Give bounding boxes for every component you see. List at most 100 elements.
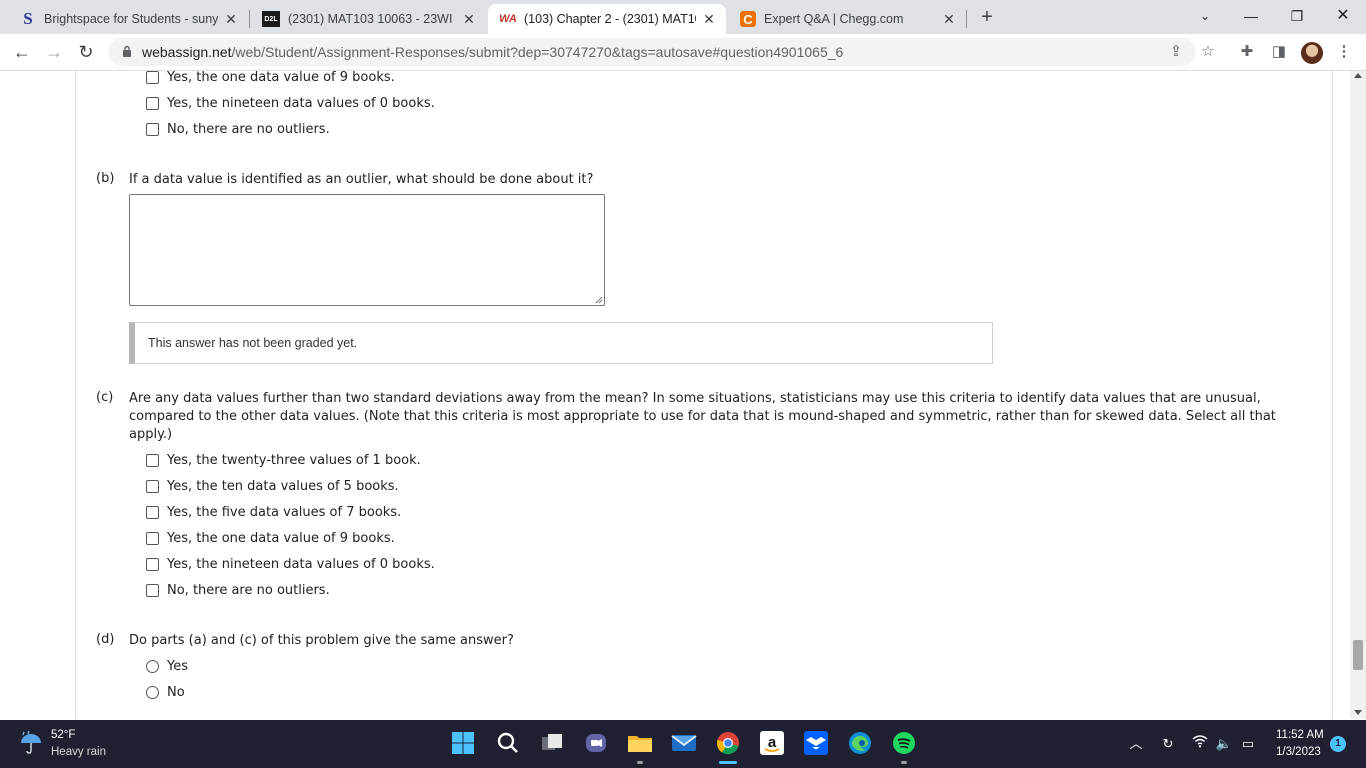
url-path: /web/Student/Assignment-Responses/submit… [231, 44, 844, 60]
tab-chegg[interactable]: C Expert Q&A | Chegg.com ✕ [728, 4, 966, 34]
sync-alert-icon[interactable]: ↻ [1158, 734, 1178, 754]
lock-icon[interactable] [122, 45, 132, 57]
restore-button[interactable]: ❐ [1274, 0, 1320, 32]
option-label: Yes, the ten data values of 5 books. [167, 478, 399, 494]
checkbox[interactable] [146, 531, 159, 545]
reload-icon[interactable]: ↻ [74, 40, 98, 64]
part-c-option-nineteen-0-books[interactable]: Yes, the nineteen data values of 0 books… [146, 555, 435, 573]
forward-arrow-icon[interactable]: → [42, 40, 66, 64]
windows-taskbar: 52°F Heavy rain a ︿ ↻ 🔈 ▭ 11:52 AM 1/3/2… [0, 720, 1366, 768]
mail-icon[interactable] [671, 730, 697, 756]
option-label: Yes, the twenty-three values of 1 book. [167, 452, 421, 468]
part-d-question: Do parts (a) and (c) of this problem giv… [129, 633, 514, 648]
search-icon[interactable] [495, 730, 521, 756]
new-tab-button[interactable]: + [976, 5, 998, 29]
webassign-favicon-icon: WA [499, 13, 517, 25]
checkbox[interactable] [146, 479, 159, 493]
minimize-button[interactable]: — [1228, 0, 1274, 32]
checkbox[interactable] [146, 122, 159, 136]
browser-toolbar: ← → ↻ webassign.net/web/Student/Assignme… [0, 34, 1366, 71]
running-indicator [637, 761, 643, 764]
checkbox[interactable] [146, 96, 159, 110]
checkbox[interactable] [146, 453, 159, 467]
windows-start-icon[interactable] [450, 730, 476, 756]
battery-icon[interactable]: ▭ [1238, 734, 1258, 754]
checkbox[interactable] [146, 583, 159, 597]
share-icon[interactable]: ⇪ [1166, 42, 1186, 62]
content-right-border [1332, 71, 1333, 719]
option-label: Yes, the one data value of 9 books. [167, 71, 395, 85]
task-view-icon[interactable] [539, 730, 565, 756]
notification-badge[interactable]: 1 [1330, 736, 1346, 752]
extensions-puzzle-icon[interactable]: ✚ [1237, 42, 1257, 62]
option-label: Yes, the nineteen data values of 0 books… [167, 556, 435, 572]
close-tab-icon[interactable]: ✕ [940, 11, 958, 28]
radio-button[interactable] [146, 659, 159, 673]
page-scrollbar[interactable] [1350, 71, 1366, 719]
part-c-option-no-outliers[interactable]: No, there are no outliers. [146, 581, 330, 599]
clock-date[interactable]: 1/3/2023 [1276, 746, 1321, 758]
checkbox[interactable] [146, 557, 159, 571]
checkbox[interactable] [146, 505, 159, 519]
edge-icon[interactable] [847, 730, 873, 756]
teams-chat-icon[interactable] [583, 730, 609, 756]
close-window-button[interactable]: ✕ [1320, 0, 1366, 32]
bookmark-star-icon[interactable]: ☆ [1198, 42, 1218, 62]
part-c-question: Are any data values further than two sta… [129, 391, 1276, 442]
dropbox-icon[interactable] [803, 730, 829, 756]
part-a-option-no-outliers[interactable]: No, there are no outliers. [146, 120, 330, 138]
radio-button[interactable] [146, 685, 159, 699]
part-c-label: (c) [96, 390, 114, 405]
url-text: webassign.net/web/Student/Assignment-Res… [142, 44, 843, 60]
tray-chevron-up-icon[interactable]: ︿ [1126, 734, 1146, 754]
side-panel-icon[interactable]: ◨ [1269, 42, 1289, 62]
amazon-icon[interactable]: a [759, 730, 785, 756]
wifi-icon[interactable] [1190, 734, 1210, 754]
part-c-option-twenty-three-1-book[interactable]: Yes, the twenty-three values of 1 book. [146, 451, 421, 469]
clock-time[interactable]: 11:52 AM [1276, 729, 1324, 741]
tab-title: (103) Chapter 2 - (2301) MAT103 [524, 12, 696, 26]
menu-kebab-icon[interactable]: ⋮ [1334, 42, 1354, 62]
tab-search-chevron-down-icon[interactable]: ⌄ [1182, 0, 1228, 32]
checkbox[interactable] [146, 71, 159, 84]
volume-icon[interactable]: 🔈 [1214, 734, 1234, 754]
scrollbar-thumb[interactable] [1353, 640, 1363, 670]
address-bar[interactable]: webassign.net/web/Student/Assignment-Res… [108, 38, 1215, 66]
option-label: No, there are no outliers. [167, 582, 330, 598]
close-tab-icon[interactable]: ✕ [460, 11, 478, 28]
back-arrow-icon[interactable]: ← [10, 40, 34, 64]
svg-text:a: a [768, 734, 777, 751]
running-indicator [901, 761, 907, 764]
scroll-down-arrow-icon[interactable] [1354, 710, 1362, 715]
part-d-option-no[interactable]: No [146, 683, 185, 701]
browser-tab-strip: S Brightspace for Students - sunysu ✕ D2… [0, 0, 1366, 34]
rain-umbrella-weather-icon[interactable] [18, 730, 44, 756]
tab-title: Expert Q&A | Chegg.com [764, 12, 904, 26]
part-c-option-ten-5-books[interactable]: Yes, the ten data values of 5 books. [146, 477, 399, 495]
part-d-option-yes[interactable]: Yes [146, 657, 188, 675]
part-b-answer-textarea[interactable] [129, 194, 605, 306]
file-explorer-icon[interactable] [627, 730, 653, 756]
spotify-icon[interactable] [891, 730, 917, 756]
tab-brightspace[interactable]: S Brightspace for Students - sunysu ✕ [8, 4, 248, 34]
profile-avatar[interactable] [1301, 42, 1323, 64]
tab-title: (2301) MAT103 10063 - 23WI STA [288, 12, 456, 26]
part-b-label: (b) [96, 171, 115, 186]
scroll-up-arrow-icon[interactable] [1354, 73, 1362, 78]
weather-description: Heavy rain [51, 746, 106, 758]
graded-status-box: This answer has not been graded yet. [129, 322, 993, 364]
option-label: No [167, 684, 185, 700]
part-c-option-one-9-books[interactable]: Yes, the one data value of 9 books. [146, 529, 395, 547]
part-c-option-five-7-books[interactable]: Yes, the five data values of 7 books. [146, 503, 401, 521]
close-tab-icon[interactable]: ✕ [700, 11, 718, 28]
part-d-label: (d) [96, 632, 115, 647]
chegg-favicon-icon: C [740, 11, 756, 27]
tab-webassign[interactable]: WA (103) Chapter 2 - (2301) MAT103 ✕ [488, 4, 726, 34]
chrome-icon[interactable] [715, 730, 741, 756]
close-tab-icon[interactable]: ✕ [222, 11, 240, 28]
resize-grip-icon[interactable] [595, 296, 603, 304]
part-a-option-nineteen-0-books[interactable]: Yes, the nineteen data values of 0 books… [146, 94, 435, 112]
part-a-option-one-9-books[interactable]: Yes, the one data value of 9 books. [146, 71, 395, 86]
tab-d2l-course[interactable]: D2L (2301) MAT103 10063 - 23WI STA ✕ [250, 4, 486, 34]
graded-status-text: This answer has not been graded yet. [148, 336, 358, 350]
